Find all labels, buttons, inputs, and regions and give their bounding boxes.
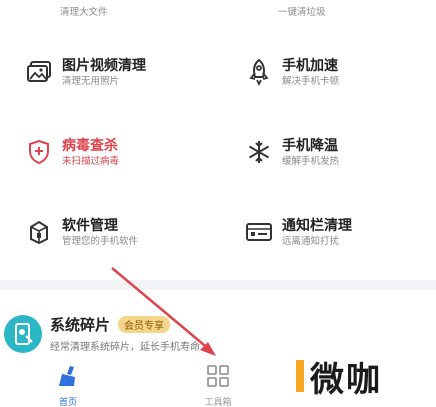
- tool-clean-large-files[interactable]: 清理大文件: [60, 0, 108, 18]
- tool-phone-cooling[interactable]: 手机降温 缓解手机发热: [244, 130, 339, 174]
- watermark-logo: 微咖: [290, 345, 436, 407]
- tool-title: 病毒查杀: [62, 137, 118, 154]
- grid-icon: [206, 364, 230, 392]
- vip-badge: 会员专享: [118, 316, 171, 333]
- watermark-bar: [296, 360, 304, 392]
- tool-sub: 未扫描过病毒: [62, 155, 120, 167]
- tool-title: 手机降温: [282, 137, 338, 154]
- tool-title: 手机加速: [282, 57, 338, 74]
- tool-photo-video-clean[interactable]: 图片视频清理 清理无用照片: [24, 50, 146, 94]
- tool-sub: 清理大文件: [60, 7, 108, 18]
- tool-sub: 缓解手机发热: [282, 155, 340, 167]
- feature-subtitle: 经常清理系统碎片，延长手机寿命: [50, 342, 200, 353]
- tool-virus-scan[interactable]: 病毒查杀 未扫描过病毒: [24, 130, 119, 174]
- tool-notification-clean[interactable]: 通知栏清理 远离通知打扰: [244, 210, 352, 254]
- phone-clean-icon: [4, 315, 42, 353]
- snowflake-icon: [244, 137, 274, 167]
- notification-icon: [244, 217, 274, 247]
- tab-toolbox[interactable]: 工具箱: [188, 364, 248, 407]
- tool-sub: 解决手机卡顿: [282, 75, 340, 87]
- feature-system-fragments[interactable]: 系统碎片 会员专享 经常清理系统碎片，延长手机寿命: [4, 310, 324, 358]
- tool-title: 通知栏清理: [282, 217, 352, 234]
- tab-home[interactable]: 首页: [38, 364, 98, 407]
- watermark-text: 微咖: [310, 359, 382, 400]
- tool-sub: 远离通知打扰: [282, 235, 340, 247]
- tool-clean-garbage[interactable]: 一键清垃圾: [278, 0, 326, 18]
- tool-sub: 一键清垃圾: [278, 7, 326, 18]
- feature-title: 系统碎片: [50, 316, 111, 334]
- tool-grid: 清理大文件 一键清垃圾 图片视频清理 清理无用照片 手机加速 解决手机卡顿 病毒…: [0, 0, 436, 280]
- package-icon: [24, 217, 54, 247]
- photo-icon: [24, 57, 54, 87]
- tab-toolbox-label: 工具箱: [204, 398, 232, 407]
- tool-sub: 清理无用照片: [62, 75, 120, 87]
- tool-title: 软件管理: [62, 217, 118, 234]
- tool-sub: 管理您的手机软件: [62, 235, 139, 247]
- shield-icon: [24, 137, 54, 167]
- tool-software-manage[interactable]: 软件管理 管理您的手机软件: [24, 210, 138, 254]
- tool-title: 图片视频清理: [62, 57, 146, 74]
- tool-phone-speedup[interactable]: 手机加速 解决手机卡顿: [244, 50, 339, 94]
- section-divider: [0, 280, 436, 290]
- rocket-icon: [244, 57, 274, 87]
- broom-icon: [56, 364, 80, 392]
- tab-home-label: 首页: [58, 398, 77, 407]
